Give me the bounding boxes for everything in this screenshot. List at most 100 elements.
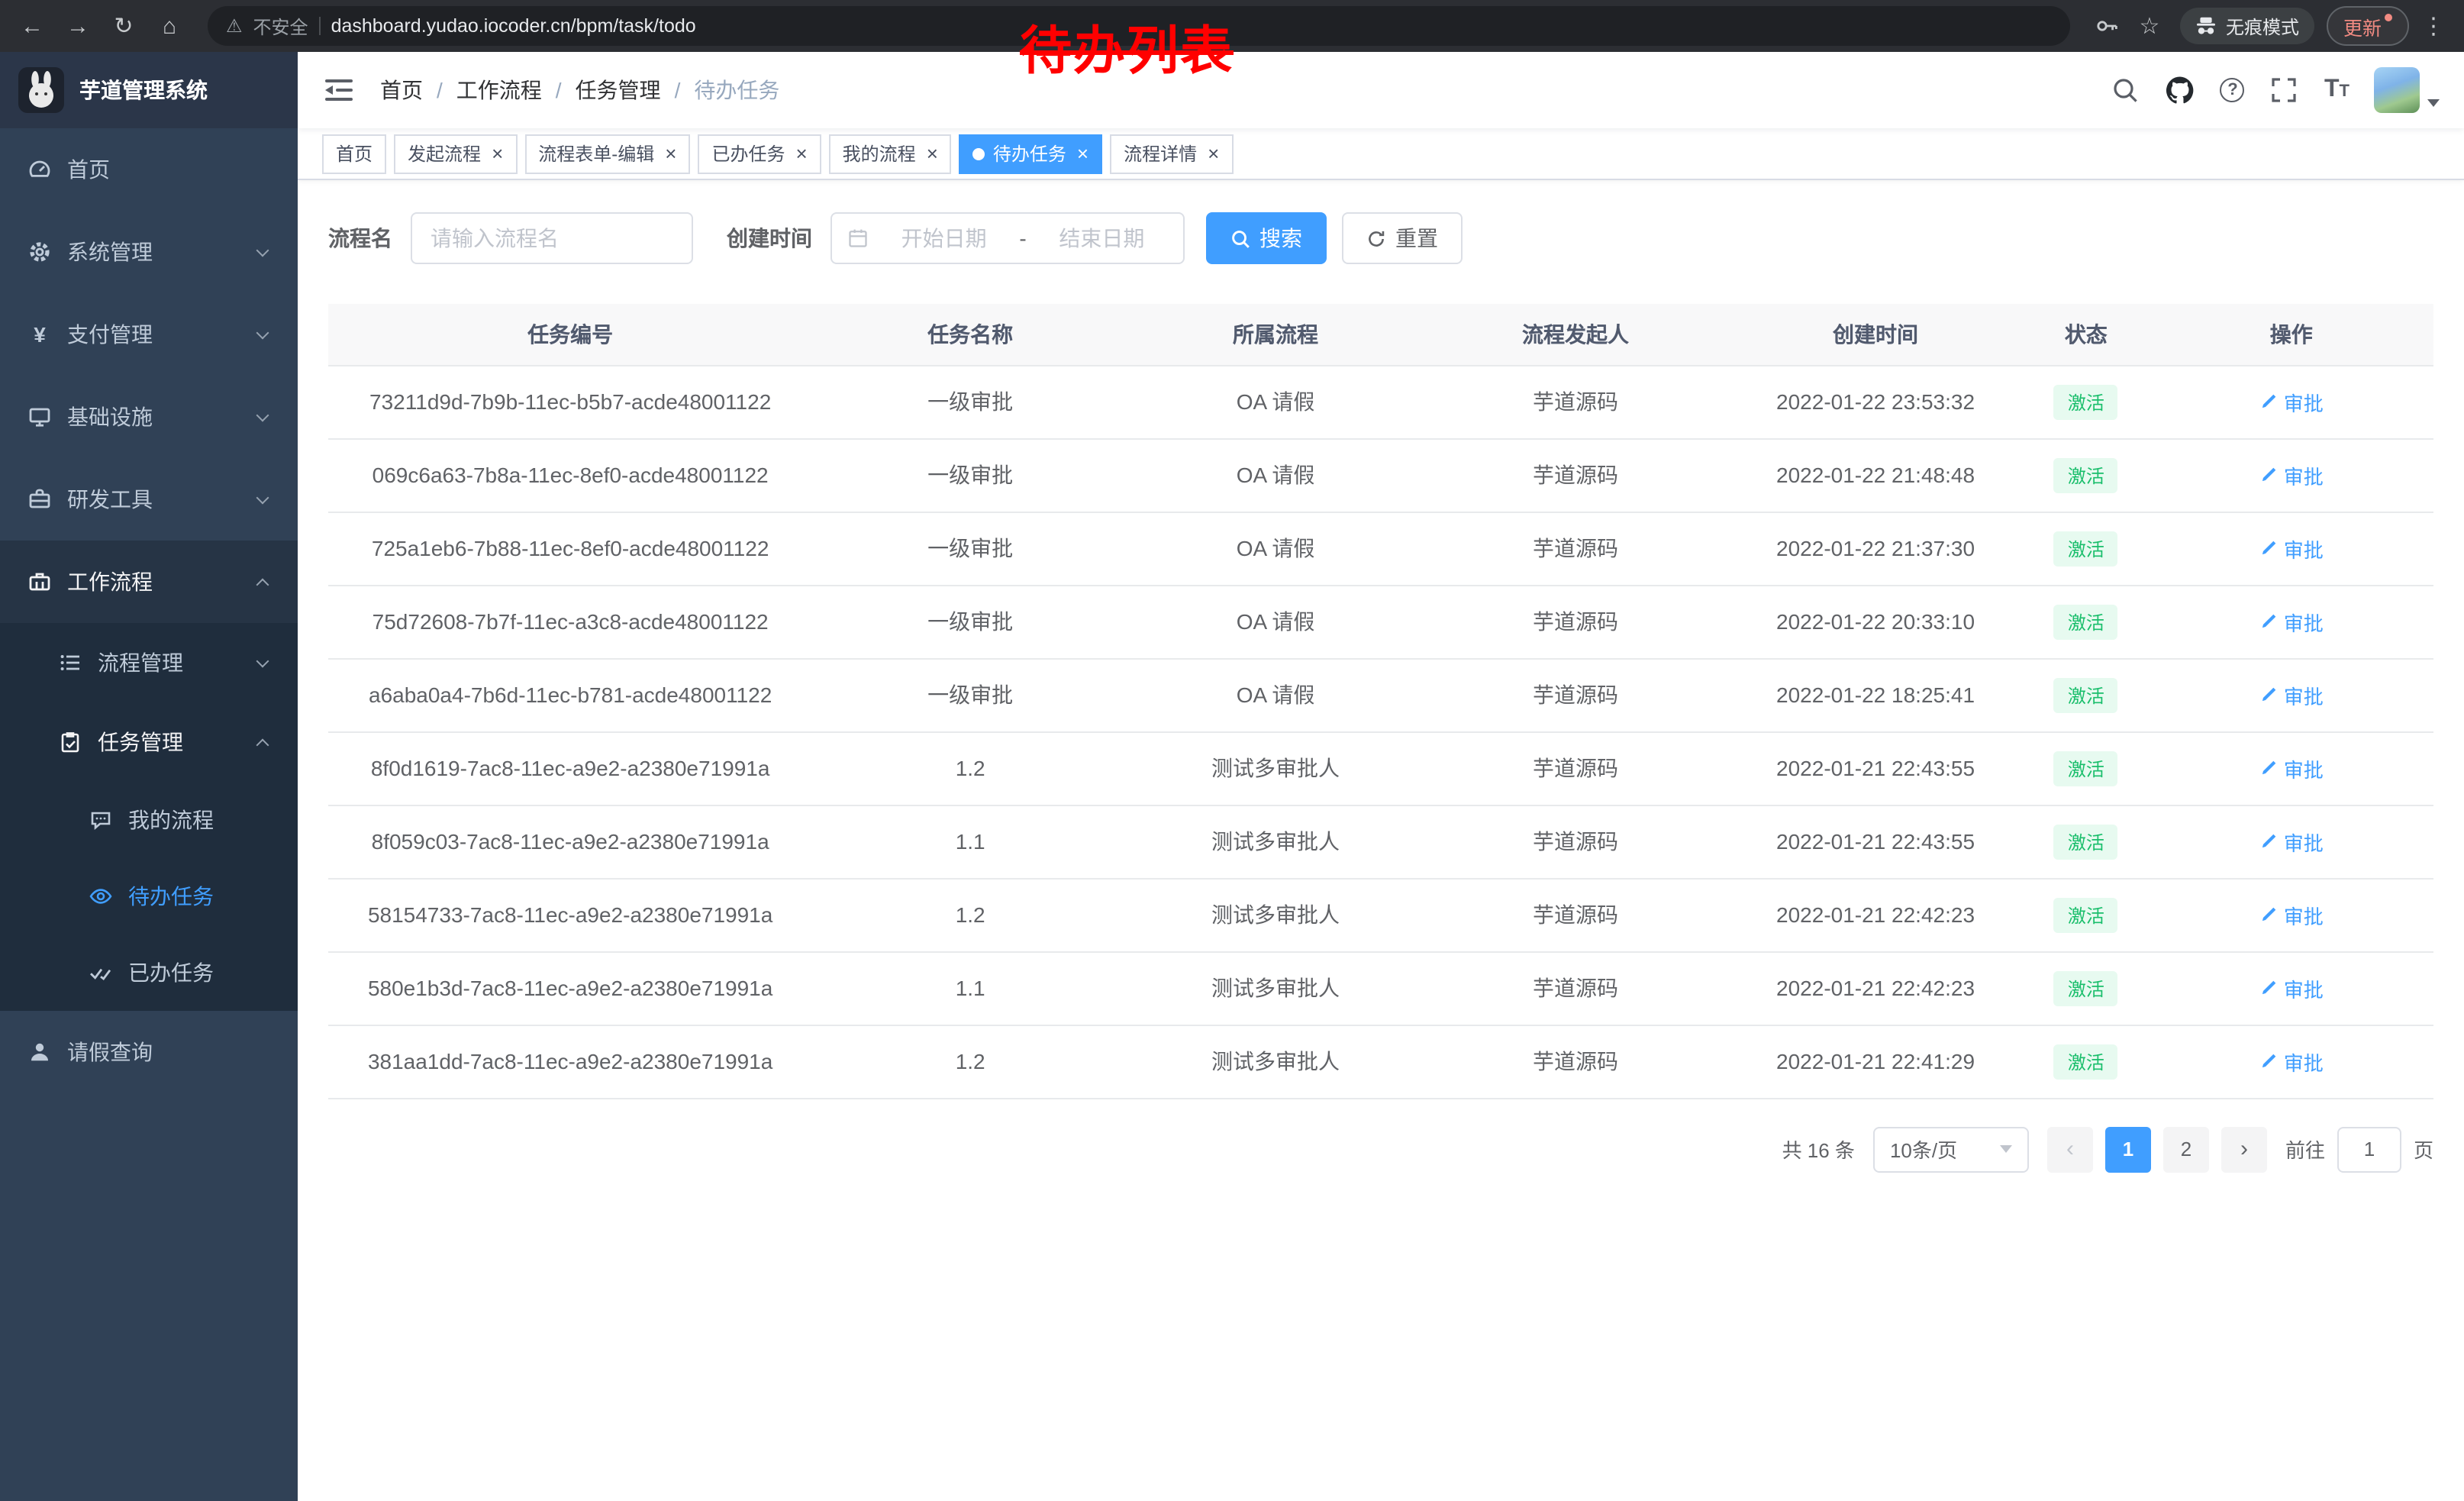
approve-link[interactable]: 审批 [2259,1047,2324,1076]
tab-form-edit[interactable]: 流程表单-编辑 × [524,134,690,173]
table-row: 725a1eb6-7b88-11ec-8ef0-acde48001122 一级审… [328,512,2433,585]
breadcrumb: 首页 / 工作流程 / 任务管理 / 待办任务 [380,75,779,105]
task-id-cell: 8f0d1619-7ac8-11ec-a9e2-a2380e71991a [328,731,812,805]
warning-icon: ⚠ [226,15,243,37]
goto-label: 前往 [2285,1135,2325,1164]
goto-page: 前往 页 [2285,1126,2433,1172]
approve-link[interactable]: 审批 [2259,387,2324,416]
status-badge: 激活 [2054,384,2118,419]
star-icon[interactable]: ☆ [2131,8,2168,44]
approve-link[interactable]: 审批 [2259,534,2324,563]
status-badge: 激活 [2054,457,2118,492]
avatar [2374,67,2420,113]
github-icon[interactable] [2166,75,2196,105]
browser-menu-icon[interactable]: ⋮ [2415,8,2452,44]
sidebar-item-task-mgmt[interactable]: 任务管理 [0,702,298,782]
breadcrumb-item[interactable]: 工作流程 [456,75,542,105]
fullscreen-icon[interactable] [2269,75,2300,105]
approve-link[interactable]: 审批 [2259,827,2324,856]
initiator-cell: 芋道源码 [1423,365,1728,438]
tab-home[interactable]: 首页 [322,134,386,173]
process-cell: 测试多审批人 [1128,878,1423,951]
back-icon[interactable]: ← [12,6,52,46]
sidebar-item-leave-query[interactable]: 请假查询 [0,1011,298,1093]
sidebar-item-home[interactable]: 首页 [0,128,298,211]
task-id-cell: 73211d9d-7b9b-11ec-b5b7-acde48001122 [328,365,812,438]
breadcrumb-item[interactable]: 首页 [380,75,423,105]
column-header: 流程发起人 [1423,304,1728,365]
close-icon[interactable]: × [927,144,938,163]
tab-process-detail[interactable]: 流程详情 × [1110,134,1233,173]
column-header: 任务编号 [328,304,812,365]
next-page-button[interactable]: › [2221,1126,2267,1172]
date-range-picker[interactable]: 开始日期 - 结束日期 [830,212,1185,264]
sidebar-collapse-icon[interactable] [322,73,356,107]
page-button-1[interactable]: 1 [2105,1126,2151,1172]
sidebar-item-payment[interactable]: ¥ 支付管理 [0,293,298,376]
app-logo[interactable]: 芋道管理系统 [0,52,298,128]
sidebar-item-infra[interactable]: 基础设施 [0,376,298,458]
goto-page-input[interactable] [2337,1126,2401,1172]
tab-my-process[interactable]: 我的流程 × [829,134,952,173]
eye-icon [89,884,113,909]
task-name-cell: 一级审批 [812,658,1128,731]
font-size-icon[interactable]: TT [2324,78,2350,102]
table-row: 58154733-7ac8-11ec-a9e2-a2380e71991a 1.2… [328,878,2433,951]
prev-page-button[interactable]: ‹ [2047,1126,2093,1172]
sidebar-item-system[interactable]: 系统管理 [0,211,298,293]
annotation-overlay: 待办列表 [1020,9,1234,84]
page-unit-label: 页 [2414,1135,2433,1164]
close-icon[interactable]: × [795,144,807,163]
approve-link[interactable]: 审批 [2259,607,2324,636]
approve-link[interactable]: 审批 [2259,754,2324,783]
status-badge: 激活 [2054,1044,2118,1079]
page-button-2[interactable]: 2 [2163,1126,2209,1172]
initiator-cell: 芋道源码 [1423,951,1728,1025]
sidebar-item-process-mgmt[interactable]: 流程管理 [0,623,298,702]
sidebar-item-done-tasks[interactable]: 已办任务 [0,934,298,1011]
reset-button[interactable]: 重置 [1342,212,1463,264]
sidebar-item-label: 基础设施 [67,402,153,432]
update-label: 更新 [2343,11,2382,40]
approve-link[interactable]: 审批 [2259,680,2324,709]
home-icon[interactable]: ⌂ [150,6,189,46]
close-icon[interactable]: × [665,144,676,163]
close-icon[interactable]: × [1208,144,1219,163]
column-header: 任务名称 [812,304,1128,365]
task-name-cell: 1.1 [812,805,1128,878]
process-name-input[interactable] [411,212,693,264]
process-cell: OA 请假 [1128,585,1423,658]
tab-start-process[interactable]: 发起流程 × [394,134,517,173]
tab-todo-tasks[interactable]: 待办任务 × [959,134,1102,173]
search-icon[interactable] [2111,75,2141,105]
breadcrumb-item[interactable]: 任务管理 [576,75,661,105]
close-icon[interactable]: × [1077,144,1088,163]
page-size-select[interactable]: 10条/页 [1873,1126,2029,1172]
approve-link[interactable]: 审批 [2259,460,2324,489]
forward-icon[interactable]: → [58,6,98,46]
tab-done-tasks[interactable]: 已办任务 × [698,134,821,173]
process-cell: OA 请假 [1128,512,1423,585]
close-icon[interactable]: × [492,144,503,163]
update-button[interactable]: 更新 [2327,6,2409,46]
created-cell: 2022-01-21 22:42:23 [1728,878,2023,951]
chevron-down-icon [256,655,269,668]
key-icon[interactable] [2088,8,2125,44]
start-date-placeholder: 开始日期 [878,223,1010,253]
task-id-cell: 381aa1dd-7ac8-11ec-a9e2-a2380e71991a [328,1025,812,1098]
sidebar-item-todo-tasks[interactable]: 待办任务 [0,858,298,934]
initiator-cell: 芋道源码 [1423,658,1728,731]
chevron-up-icon [256,738,269,751]
top-navbar: 首页 / 工作流程 / 任务管理 / 待办任务 ? TT [298,52,2464,128]
sidebar-item-devtools[interactable]: 研发工具 [0,458,298,541]
refresh-icon[interactable]: ↻ [104,6,144,46]
sidebar-item-my-process[interactable]: 我的流程 [0,782,298,858]
help-icon[interactable]: ? [2221,78,2245,102]
status-badge: 激活 [2054,970,2118,1006]
approve-link[interactable]: 审批 [2259,973,2324,1002]
search-button[interactable]: 搜索 [1206,212,1327,264]
approve-link[interactable]: 审批 [2259,900,2324,929]
chevron-up-icon [256,578,269,591]
sidebar-item-workflow[interactable]: 工作流程 [0,541,298,623]
user-avatar-menu[interactable] [2374,67,2440,113]
